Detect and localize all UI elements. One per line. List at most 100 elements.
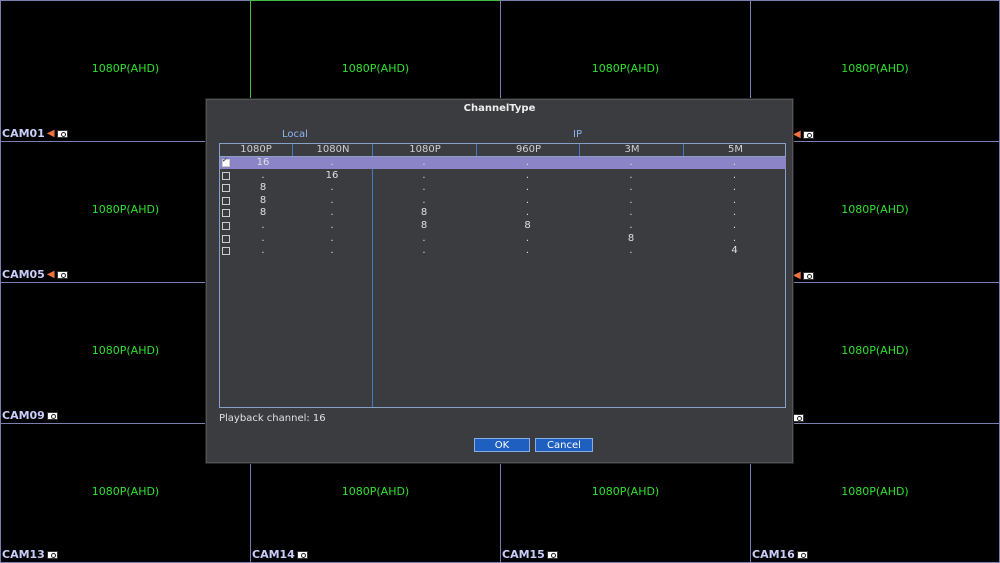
record-icon [46, 550, 58, 559]
table-cell: . [525, 232, 530, 244]
record-icon [802, 271, 814, 280]
row-checkbox[interactable] [222, 247, 230, 256]
table-cell: . [732, 169, 737, 181]
group-ip-label: IP [573, 129, 582, 140]
record-icon [793, 414, 804, 422]
table-cell: . [629, 194, 633, 206]
table-row[interactable]: .... 8. [220, 233, 786, 245]
table-cell: . [261, 232, 265, 244]
row-checkbox[interactable] [222, 209, 230, 218]
table-row[interactable]: 16..... [220, 156, 786, 169]
table-header: 1080P 1080N 1080P 960P 3M 5M [220, 144, 785, 157]
camera-name: CAM15 [502, 548, 545, 561]
camera-resolution: 1080P(AHD) [91, 485, 160, 498]
camera-label: CAM16 [752, 548, 808, 561]
ok-button[interactable]: OK [474, 438, 530, 452]
table-cell: . [422, 157, 426, 168]
camera-label: CAM14 [252, 548, 308, 561]
table-cell: . [330, 207, 334, 219]
table-cell: . [330, 245, 334, 257]
camera-name: CAM13 [2, 548, 45, 561]
table-cell: . [525, 245, 530, 257]
camera-label: ◀ [793, 129, 814, 140]
table-cell: . [525, 157, 530, 168]
table-row[interactable]: 8..... [220, 195, 786, 207]
camera-label: CAM09 [2, 409, 58, 422]
column-header: 5M [683, 144, 787, 156]
playback-channel-text: Playback channel: 16 [219, 413, 326, 424]
row-checkbox[interactable] [222, 184, 230, 193]
column-header: 960P [476, 144, 580, 156]
cancel-button[interactable]: Cancel [535, 438, 593, 452]
table-row[interactable]: 8. 8... [220, 207, 786, 219]
table-cell: . [525, 182, 530, 194]
row-checkbox[interactable] [222, 234, 230, 243]
table-cell: . [629, 245, 633, 257]
table-cell: . [525, 207, 530, 219]
camera-label: CAM13 [2, 548, 58, 561]
table-cell: . [261, 245, 265, 257]
camera-label: ◀ [793, 270, 814, 281]
table-cell: 16 [256, 157, 270, 168]
table-cell: . [422, 169, 426, 181]
table-cell: . [330, 182, 334, 194]
table-cell: . [330, 194, 334, 206]
camera-name: CAM14 [252, 548, 295, 561]
camera-resolution: 1080P(AHD) [341, 62, 410, 75]
table-cell: . [732, 182, 737, 194]
table-cell: 8 [420, 207, 428, 219]
table-cell: 8 [627, 232, 635, 244]
record-icon [46, 411, 58, 420]
group-local-label: Local [282, 129, 308, 140]
camera-resolution: 1080P(AHD) [91, 62, 160, 75]
column-header: 1080P [240, 144, 272, 155]
row-checkbox[interactable] [222, 171, 230, 180]
camera-resolution: 1080P(AHD) [841, 62, 909, 75]
camera-resolution: 1080P(AHD) [591, 485, 660, 498]
channel-type-dialog: ChannelType Local IP 1080P 1080N 1080P 960P… [206, 99, 793, 463]
camera-label: CAM01 ◀ [2, 127, 68, 140]
camera-name: CAM09 [2, 409, 45, 422]
table-cell: . [330, 157, 334, 168]
camera-label: CAM05 ◀ [2, 268, 68, 281]
camera-name: CAM01 [2, 127, 45, 140]
table-cell: . [330, 220, 334, 231]
audio-icon: ◀ [793, 270, 801, 281]
table-cell: . [525, 169, 530, 181]
table-cell: . [629, 182, 633, 194]
record-icon [56, 129, 68, 138]
table-row[interactable]: .. 8 8.. [220, 220, 786, 232]
table-cell: . [629, 169, 633, 181]
row-checkbox[interactable] [222, 156, 230, 167]
row-checkbox[interactable] [222, 196, 230, 205]
table-cell: 4 [731, 245, 738, 257]
table-cell: . [525, 194, 530, 206]
column-header: 1080P [372, 144, 477, 156]
table-cell: 8 [524, 220, 531, 231]
record-icon [56, 270, 68, 279]
record-icon [796, 550, 808, 559]
table-row[interactable]: ..... 4 [220, 245, 786, 257]
table-cell: . [732, 207, 737, 219]
record-icon [546, 550, 558, 559]
table-cell: . [422, 245, 426, 257]
audio-icon: ◀ [46, 128, 55, 139]
table-row[interactable]: . 16.... [220, 170, 786, 182]
camera-resolution: 1080P(AHD) [841, 485, 909, 498]
camera-label: CAM15 [502, 548, 558, 561]
table-cell: . [732, 232, 737, 244]
table-cell: . [732, 220, 737, 231]
column-header: 3M [579, 144, 684, 156]
audio-icon: ◀ [793, 129, 801, 140]
row-checkbox[interactable] [222, 222, 230, 230]
table-cell: . [261, 220, 265, 231]
table-cell: 8 [420, 220, 428, 231]
table-cell: . [422, 194, 426, 206]
table-cell: . [261, 169, 265, 181]
table-cell: . [732, 157, 737, 168]
camera-name: CAM05 [2, 268, 45, 281]
table-row[interactable]: 8..... [220, 182, 786, 194]
record-icon [296, 550, 308, 559]
table-cell: 8 [259, 194, 267, 206]
camera-label [793, 414, 804, 422]
